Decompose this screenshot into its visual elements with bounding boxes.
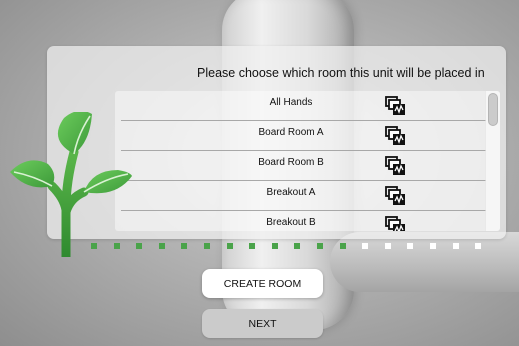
progress-dot-complete: [181, 243, 188, 249]
scrollbar-thumb[interactable]: [488, 93, 498, 126]
progress-dot-pending: [430, 243, 436, 249]
progress-dot-complete: [91, 243, 97, 249]
setup-screen: Please choose which room this unit will …: [0, 0, 519, 346]
room-row[interactable]: Board Room B: [121, 151, 486, 181]
progress-dot-pending: [384, 243, 391, 249]
create-room-button[interactable]: CREATE ROOM: [202, 269, 323, 298]
room-list[interactable]: All Hands Board Room A Board Room B Breakou…: [115, 91, 500, 231]
dashboard-link-icon[interactable]: [385, 95, 407, 117]
progress-dot-complete: [204, 243, 210, 249]
progress-dot-pending: [452, 243, 459, 249]
room-name: Breakout B: [266, 217, 316, 228]
progress-dot-complete: [113, 243, 120, 249]
progress-dot-complete: [158, 243, 165, 249]
progress-dot-complete: [339, 243, 346, 249]
room-row[interactable]: All Hands: [121, 91, 486, 121]
progress-dot-pending: [475, 243, 482, 249]
room-name: Breakout A: [266, 187, 316, 198]
room-row[interactable]: Breakout B: [121, 211, 486, 231]
plant-logo-icon: [10, 112, 132, 257]
dashboard-link-icon[interactable]: [385, 215, 407, 231]
progress-dot-complete: [226, 243, 233, 249]
progress-dot-complete: [294, 243, 301, 249]
progress-dot-complete: [317, 243, 323, 249]
device-base-illustration: [330, 232, 519, 292]
next-button[interactable]: NEXT: [202, 309, 323, 338]
panel-title: Please choose which room this unit will …: [197, 66, 485, 80]
dashboard-link-icon[interactable]: [385, 155, 407, 177]
progress-dot-pending: [362, 243, 369, 249]
room-name: Board Room A: [258, 127, 324, 138]
room-name: All Hands: [269, 97, 313, 108]
progress-dot-complete: [136, 243, 143, 249]
room-rows: All Hands Board Room A Board Room B Breakou…: [115, 91, 500, 231]
progress-dot-complete: [271, 243, 278, 249]
room-row[interactable]: Breakout A: [121, 181, 486, 211]
progress-dot-complete: [249, 243, 256, 249]
room-row[interactable]: Board Room A: [121, 121, 486, 151]
room-name: Board Room B: [258, 157, 324, 168]
room-list-scrollbar[interactable]: [485, 91, 500, 231]
dashboard-link-icon[interactable]: [385, 185, 407, 207]
progress-dot-pending: [407, 243, 414, 249]
dashboard-link-icon[interactable]: [385, 125, 407, 147]
